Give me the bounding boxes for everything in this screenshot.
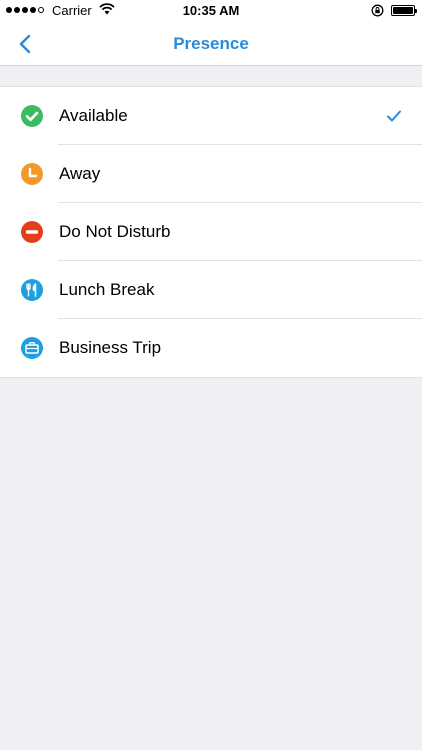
presence-option-label: Do Not Disturb (59, 222, 171, 241)
presence-option-do-not-disturb[interactable]: Do Not Disturb (0, 203, 422, 261)
presence-option-label: Available (59, 106, 128, 125)
presence-option-label: Away (59, 164, 101, 183)
battery-icon (391, 5, 417, 16)
rotation-lock-icon (371, 4, 384, 17)
minus-circle-icon (21, 221, 43, 243)
checkmark-icon (387, 110, 401, 122)
presence-option-available[interactable]: Available (0, 87, 422, 145)
fork-knife-icon (21, 279, 43, 301)
presence-option-label: Lunch Break (59, 280, 155, 299)
presence-option-business-trip[interactable]: Business Trip (0, 319, 422, 377)
check-circle-icon (21, 105, 43, 127)
presence-screen: Carrier 10:35 AM Presence Available Away… (0, 0, 422, 750)
presence-option-away[interactable]: Away (0, 145, 422, 203)
status-bar: Carrier 10:35 AM (0, 0, 422, 22)
clock-icon (21, 163, 43, 185)
page-title: Presence (173, 34, 249, 53)
navigation-bar: Presence (0, 22, 422, 66)
status-time: 10:35 AM (182, 3, 240, 18)
presence-option-label: Business Trip (59, 338, 162, 357)
presence-option-lunch-break[interactable]: Lunch Break (0, 261, 422, 319)
presence-list: Available Away Do Not Disturb Lunch Brea… (0, 86, 422, 378)
briefcase-icon (21, 337, 43, 359)
